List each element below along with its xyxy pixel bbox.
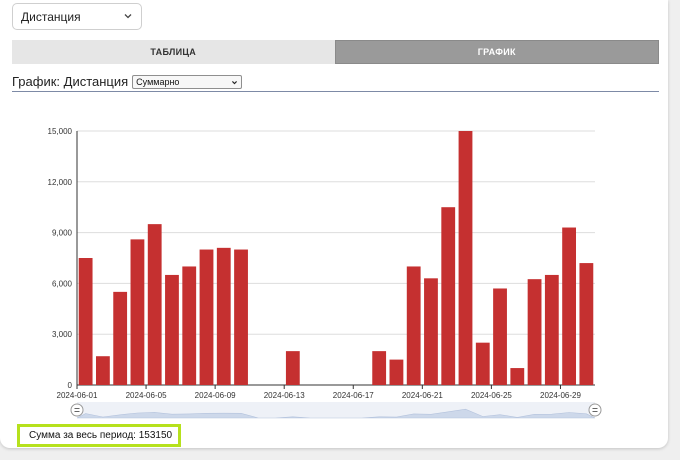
- period-total: Сумма за весь период: 153150: [17, 424, 181, 447]
- chevron-down-icon: [232, 81, 238, 85]
- tab-table[interactable]: ТАБЛИЦА: [12, 40, 335, 64]
- bar: [372, 351, 387, 385]
- y-tick-label: 0: [68, 381, 73, 390]
- y-tick-label: 9,000: [52, 229, 73, 238]
- main-card: Дистанция ТАБЛИЦА ГРАФИК График: Дистанц…: [0, 0, 668, 448]
- period-total-label: Сумма за весь период:: [29, 430, 136, 441]
- bar: [510, 368, 525, 385]
- bar: [389, 359, 404, 385]
- x-tick-label: 2024-06-25: [471, 391, 512, 400]
- bar-chart: 0 3,000 6,000 9,000 12,000 15,000 2024-06-01 20…: [48, 127, 602, 419]
- chart-header: График: Дистанция Суммарно: [12, 74, 659, 92]
- bar: [562, 227, 577, 385]
- bar: [130, 239, 145, 385]
- y-tick-label: 6,000: [52, 279, 73, 288]
- metric-select[interactable]: Дистанция: [12, 3, 142, 30]
- bar: [424, 278, 438, 385]
- bar: [216, 247, 231, 385]
- bar: [165, 274, 179, 385]
- bar: [182, 266, 197, 385]
- bar: [113, 291, 128, 385]
- bar: [95, 356, 110, 385]
- aggregation-select[interactable]: Суммарно: [132, 75, 243, 89]
- metric-select-value: Дистанция: [21, 9, 81, 24]
- bar: [147, 224, 162, 385]
- tab-chart[interactable]: ГРАФИК: [334, 40, 659, 64]
- bar: [234, 249, 248, 385]
- aggregation-select-value: Суммарно: [136, 77, 180, 87]
- chevron-down-icon: [124, 14, 132, 19]
- bar: [475, 342, 490, 385]
- period-total-value: 153150: [138, 430, 173, 441]
- x-tick-label: 2024-06-05: [126, 391, 167, 400]
- x-tick-label: 2024-06-13: [264, 391, 305, 400]
- x-tick-label: 2024-06-21: [402, 391, 443, 400]
- y-tick-label: 15,000: [48, 127, 73, 136]
- range-handle-left[interactable]: [70, 403, 84, 417]
- bar: [78, 258, 93, 385]
- bar: [527, 279, 542, 385]
- x-tick-label: 2024-06-17: [333, 391, 374, 400]
- x-tick-label: 2024-06-01: [57, 391, 98, 400]
- bar: [199, 249, 214, 385]
- x-tick-label: 2024-06-29: [540, 391, 581, 400]
- bar: [493, 288, 507, 385]
- bar: [406, 266, 421, 385]
- range-handle-right[interactable]: [588, 403, 602, 417]
- chart-title: График: Дистанция: [12, 74, 129, 89]
- bar: [458, 131, 473, 385]
- y-tick-label: 3,000: [52, 330, 73, 339]
- x-tick-label: 2024-06-09: [195, 391, 236, 400]
- bar: [579, 263, 594, 385]
- view-tabs: ТАБЛИЦА ГРАФИК: [12, 40, 659, 64]
- bar: [441, 207, 456, 385]
- bar: [285, 351, 300, 385]
- y-tick-label: 12,000: [48, 178, 73, 187]
- bar: [544, 274, 559, 385]
